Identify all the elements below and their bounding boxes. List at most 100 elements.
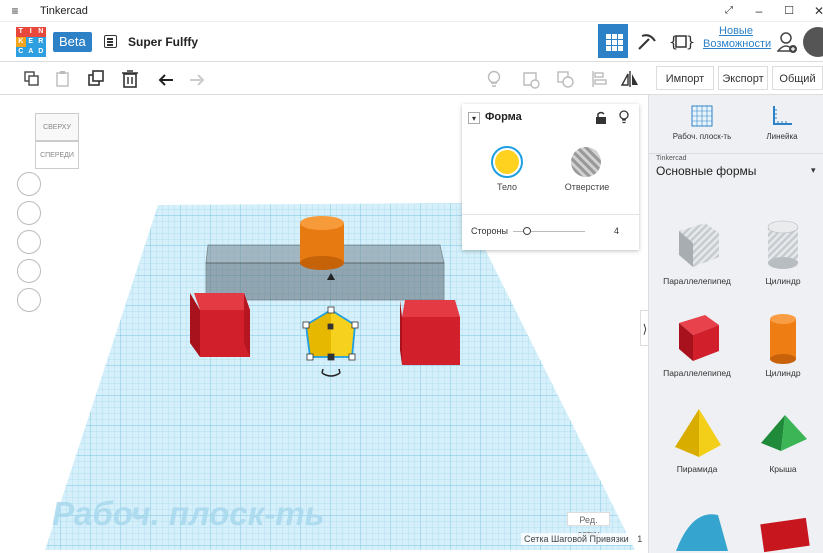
solid-label: Тело <box>496 182 518 192</box>
solid-swatch <box>495 150 519 174</box>
title-bar: ≡ Tinkercad ⤢ – ☐ ✕ <box>0 0 823 22</box>
ungroup-icon[interactable] <box>555 69 575 89</box>
avatar[interactable] <box>803 27 823 57</box>
snap-grid-control[interactable]: Сетка Шаговой Привязки 1 <box>521 533 646 545</box>
undo-icon[interactable] <box>156 69 176 89</box>
shape-label: Крыша <box>769 464 797 474</box>
box-thumbnail <box>679 315 719 361</box>
share-button[interactable]: Общий до <box>772 66 823 90</box>
design-menu-icon[interactable] <box>104 35 117 48</box>
ruler-tool-button[interactable]: Линейка <box>747 100 817 150</box>
visibility-bulb-icon[interactable] <box>618 110 630 124</box>
logo-letter: E <box>26 37 36 47</box>
logo-letter: T <box>16 27 26 37</box>
logo-letter: K <box>16 37 26 47</box>
logo-letter: C <box>16 47 26 57</box>
workplane-tool-button[interactable]: Рабоч. плоск-ть <box>667 100 737 150</box>
sides-label: Стороны <box>471 226 508 236</box>
snap-grid-label: Сетка Шаговой Привязки <box>524 534 629 544</box>
viewcube-top[interactable]: СВЕРХУ <box>35 113 79 141</box>
workplane-icon <box>691 105 713 127</box>
library-source-label: Tinkercad <box>656 155 687 162</box>
library-divider <box>649 153 823 154</box>
round-roof-thumbnail[interactable] <box>672 505 732 553</box>
shape-roof[interactable]: Крыша <box>747 403 819 493</box>
minimize-button[interactable]: – <box>748 2 770 20</box>
news-line2: Возможности <box>703 38 772 50</box>
beta-badge: Beta <box>53 32 92 52</box>
panel-divider <box>462 214 639 215</box>
news-line1: Новые <box>719 25 753 37</box>
restore-icon[interactable]: ⤢ <box>718 2 740 20</box>
box-hole-thumbnail <box>679 223 719 267</box>
svg-text:}: } <box>686 33 694 51</box>
text-shape-thumbnail[interactable] <box>758 515 814 553</box>
solid-option[interactable] <box>491 146 523 178</box>
close-button[interactable]: ✕ <box>808 2 823 20</box>
shape-label: Пирамида <box>676 464 718 474</box>
hamburger-icon[interactable]: ≡ <box>4 2 26 20</box>
shape-pyramid[interactable]: Пирамида <box>661 403 733 493</box>
code-blocks-icon[interactable]: { } <box>668 31 694 53</box>
new-features-link[interactable]: Новые Возможности <box>703 25 772 51</box>
fit-view-button[interactable] <box>17 201 41 225</box>
sides-value[interactable]: 4 <box>614 226 619 236</box>
shape-label: Цилиндр <box>765 276 801 286</box>
workplane-tool-label: Рабоч. плоск-ть <box>672 132 732 141</box>
lock-icon[interactable] <box>595 111 607 124</box>
group-icon[interactable] <box>520 69 540 89</box>
roof-thumbnail <box>761 415 807 451</box>
snap-grid-value[interactable]: 1 <box>637 534 642 544</box>
logo-letter: D <box>36 47 46 57</box>
cylinder-hole-thumbnail <box>767 220 799 269</box>
red-cube-right[interactable] <box>402 300 460 317</box>
tinkercad-logo[interactable]: T I N K E R C A D <box>16 27 46 57</box>
grid-view-button[interactable] <box>598 24 628 58</box>
shape-cylinder[interactable]: Цилиндр <box>747 307 819 397</box>
zoom-out-button[interactable] <box>17 259 41 283</box>
redo-icon[interactable] <box>187 69 207 89</box>
panel-title: Форма <box>485 111 522 123</box>
viewcube-front[interactable]: СПЕРЕДИ <box>35 141 79 169</box>
ruler-tool-label: Линейка <box>766 132 798 141</box>
hole-label: Отверстие <box>564 182 610 192</box>
paste-icon[interactable] <box>53 69 73 89</box>
light-bulb-icon[interactable] <box>484 69 504 89</box>
workplane-watermark: Рабоч. плоск-ть <box>52 495 324 532</box>
project-name[interactable]: Super Fulffy <box>128 35 198 49</box>
shape-box[interactable]: Параллелепипед <box>661 307 733 397</box>
edit-grid-button[interactable]: Ред. сетку <box>567 512 610 539</box>
app-header: T I N K E R C A D Beta Super Fulffy { } <box>0 22 823 62</box>
shape-label: Параллелепипед <box>663 276 731 286</box>
ruler-icon <box>773 106 792 125</box>
duplicate-icon[interactable] <box>86 69 106 89</box>
sides-slider-thumb[interactable] <box>523 227 531 235</box>
shape-cylinder-hole[interactable]: Цилиндр <box>747 215 819 305</box>
shape-label: Параллелепипед <box>663 368 731 378</box>
pickaxe-icon[interactable] <box>636 32 658 52</box>
logo-letter: R <box>36 37 46 47</box>
align-icon[interactable] <box>589 69 609 89</box>
chevron-down-icon: ▾ <box>811 165 816 175</box>
shape-properties-panel: ▾ Форма Тело Отверстие Стороны 4 <box>462 104 639 250</box>
shape-box-hole[interactable]: Параллелепипед <box>661 215 733 305</box>
add-user-icon[interactable] <box>777 30 797 54</box>
trash-icon[interactable] <box>120 69 140 89</box>
red-cube-left[interactable] <box>194 293 250 310</box>
cylinder-thumbnail <box>770 314 796 364</box>
zoom-in-button[interactable] <box>17 230 41 254</box>
hole-option[interactable] <box>571 147 601 177</box>
shape-category-select[interactable]: Tinkercad Основные формы ▾ <box>656 155 823 187</box>
logo-letter: A <box>26 47 36 57</box>
import-button[interactable]: Импорт <box>656 66 714 90</box>
maximize-button[interactable]: ☐ <box>778 2 800 20</box>
shape-label: Цилиндр <box>765 368 801 378</box>
copy-icon[interactable] <box>22 69 42 89</box>
export-button[interactable]: Экспорт <box>718 66 768 90</box>
logo-letter: I <box>26 27 36 37</box>
panel-collapse-icon[interactable]: ▾ <box>468 112 480 124</box>
ortho-view-button[interactable] <box>17 288 41 312</box>
mirror-icon[interactable] <box>620 69 640 89</box>
logo-letter: N <box>36 27 46 37</box>
home-view-button[interactable] <box>17 172 41 196</box>
